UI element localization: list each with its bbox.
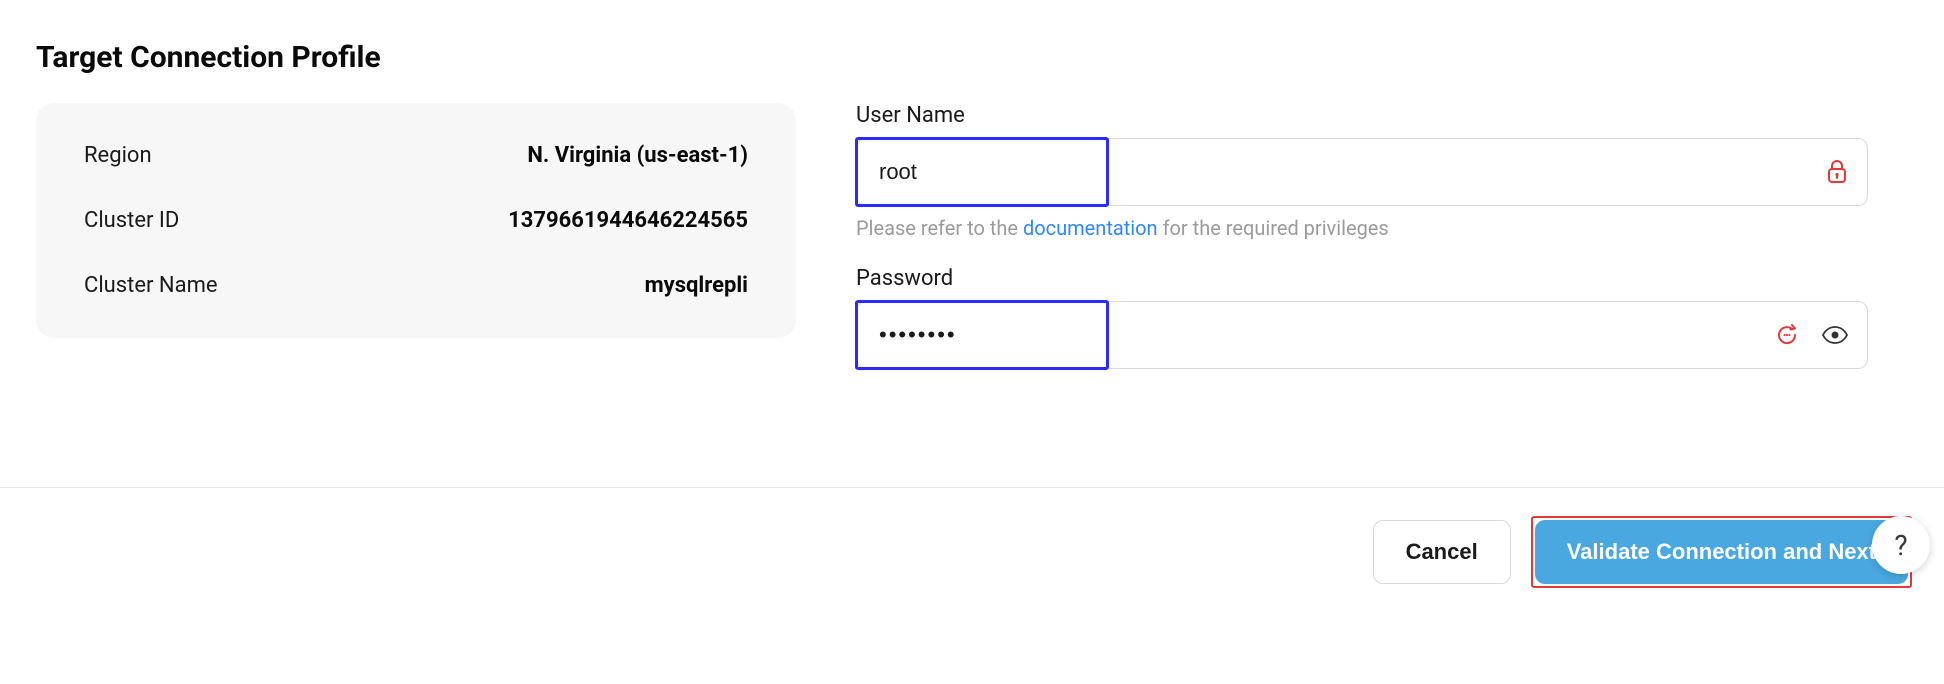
password-field-group: Password: [856, 266, 1868, 369]
region-label: Region: [84, 143, 152, 168]
region-row: Region N. Virginia (us-east-1): [84, 143, 748, 168]
region-value: N. Virginia (us-east-1): [527, 143, 748, 168]
lock-icon: [1826, 159, 1848, 185]
helper-prefix: Please refer to the: [856, 216, 1023, 240]
cluster-id-value: 1379661944646224565: [508, 208, 748, 233]
footer-bar: Cancel Validate Connection and Next: [0, 487, 1944, 584]
helper-suffix: for the required privileges: [1158, 216, 1389, 240]
refresh-icon[interactable]: [1776, 324, 1798, 346]
password-label: Password: [856, 266, 1868, 291]
documentation-link[interactable]: documentation: [1023, 216, 1158, 240]
help-button[interactable]: ?: [1872, 516, 1930, 574]
username-input-wrapper: [856, 138, 1868, 206]
cancel-button[interactable]: Cancel: [1373, 520, 1511, 584]
username-helper-text: Please refer to the documentation for th…: [856, 216, 1868, 240]
username-input[interactable]: [856, 138, 1868, 206]
username-field-group: User Name: [856, 103, 1868, 240]
validate-next-button[interactable]: Validate Connection and Next: [1535, 520, 1908, 584]
eye-icon[interactable]: [1822, 326, 1848, 344]
cluster-id-label: Cluster ID: [84, 208, 179, 233]
credentials-form: User Name: [856, 103, 1908, 395]
cluster-id-row: Cluster ID 1379661944646224565: [84, 208, 748, 233]
content-row: Region N. Virginia (us-east-1) Cluster I…: [36, 103, 1908, 395]
cluster-name-label: Cluster Name: [84, 273, 218, 298]
cluster-name-row: Cluster Name mysqlrepli: [84, 273, 748, 298]
page-title: Target Connection Profile: [36, 40, 1908, 75]
password-input-wrapper: [856, 301, 1868, 369]
cluster-name-value: mysqlrepli: [645, 273, 748, 298]
username-label: User Name: [856, 103, 1868, 128]
password-input[interactable]: [856, 301, 1868, 369]
target-info-card: Region N. Virginia (us-east-1) Cluster I…: [36, 103, 796, 338]
